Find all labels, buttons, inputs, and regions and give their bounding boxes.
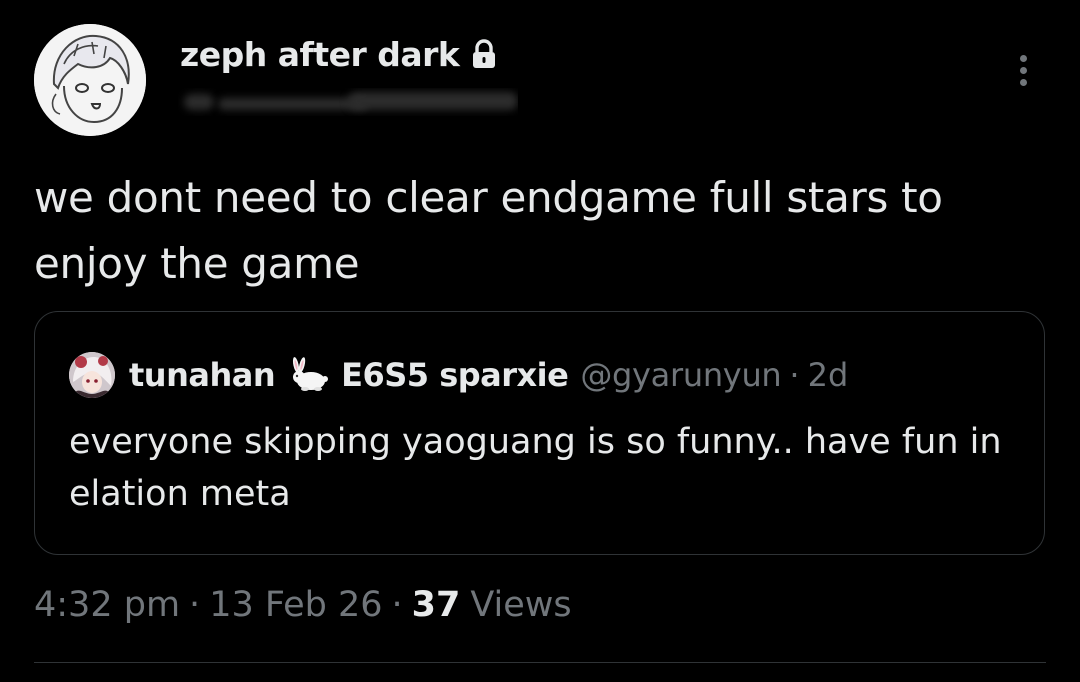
tweet-time[interactable]: 4:32 pm: [34, 585, 180, 625]
divider: [34, 662, 1046, 663]
quoted-tweet-card[interactable]: tunahan E6S5 sparxie @gyarunyun · 2d eve…: [34, 311, 1045, 555]
views-count[interactable]: 37: [412, 585, 461, 625]
quote-author-handle[interactable]: @gyarunyun: [580, 356, 781, 394]
quote-timestamp[interactable]: 2d: [808, 356, 849, 394]
quote-author-name-part1[interactable]: tunahan: [129, 356, 276, 394]
more-dot-icon: [1019, 78, 1027, 86]
author-display-name[interactable]: zeph after dark: [180, 35, 460, 74]
more-dot-icon: [1019, 66, 1027, 74]
anime-sketch-avatar-icon: [34, 24, 146, 136]
quote-author-name-part2[interactable]: E6S5 sparxie: [341, 356, 569, 394]
author-name-row[interactable]: zeph after dark: [180, 32, 497, 76]
quote-text: everyone skipping yaoguang is so funny..…: [69, 422, 1002, 514]
tweet-date[interactable]: 13 Feb 26: [209, 585, 382, 625]
more-dot-icon: [1019, 54, 1027, 62]
rabbit-icon: [293, 357, 329, 391]
tweet-meta: 4:32 pm · 13 Feb 26 · 37 Views: [34, 580, 572, 630]
quote-header: tunahan E6S5 sparxie @gyarunyun · 2d: [69, 350, 848, 400]
views-label[interactable]: Views: [470, 585, 571, 625]
more-options-button[interactable]: [1008, 48, 1038, 92]
author-avatar[interactable]: [34, 24, 146, 136]
tweet-text: we dont need to clear endgame full stars…: [34, 173, 943, 288]
author-handle-redacted: [178, 88, 518, 116]
quote-separator: ·: [789, 356, 800, 394]
meta-separator: ·: [189, 585, 201, 625]
quote-avatar[interactable]: [69, 352, 115, 398]
lock-icon: [473, 39, 496, 68]
meta-separator: ·: [391, 585, 403, 625]
anime-avatar-icon: [69, 352, 115, 398]
